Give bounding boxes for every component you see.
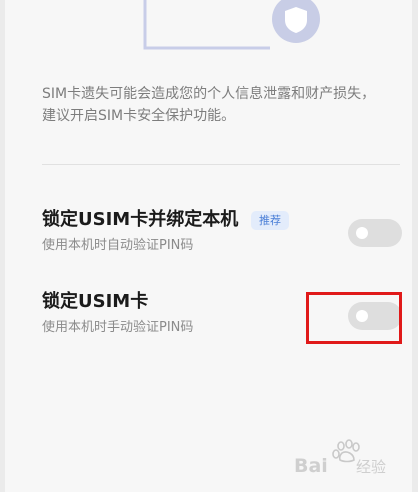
setting-subtitle-lock-usim: 使用本机时手动验证PIN码 bbox=[42, 320, 194, 335]
recommended-badge: 推荐 bbox=[251, 211, 289, 230]
toggle-lock-and-bind[interactable] bbox=[348, 219, 402, 247]
setting-subtitle-lock-and-bind: 使用本机时自动验证PIN码 bbox=[42, 238, 194, 253]
setting-title-lock-usim: 锁定USIM卡 bbox=[42, 291, 149, 312]
security-description: SIM卡遗失可能会造成您的个人信息泄露和财产损失， 建议开启SIM卡安全保护功能… bbox=[42, 86, 376, 124]
watermark-text: Bai bbox=[294, 455, 328, 477]
section-divider bbox=[42, 164, 400, 165]
annotation-highlight-box bbox=[306, 292, 402, 344]
baidu-jingyan-watermark: Bai 经验 bbox=[294, 439, 386, 477]
toggle-knob bbox=[356, 227, 368, 239]
card-outline-shape bbox=[143, 0, 270, 50]
setting-title-lock-and-bind: 锁定USIM卡并绑定本机 bbox=[42, 209, 239, 230]
watermark-jingyan-text: 经验 bbox=[356, 458, 386, 476]
left-frame-edge bbox=[0, 0, 5, 492]
sim-protection-illustration bbox=[143, 0, 320, 50]
right-frame-edge bbox=[412, 0, 418, 492]
